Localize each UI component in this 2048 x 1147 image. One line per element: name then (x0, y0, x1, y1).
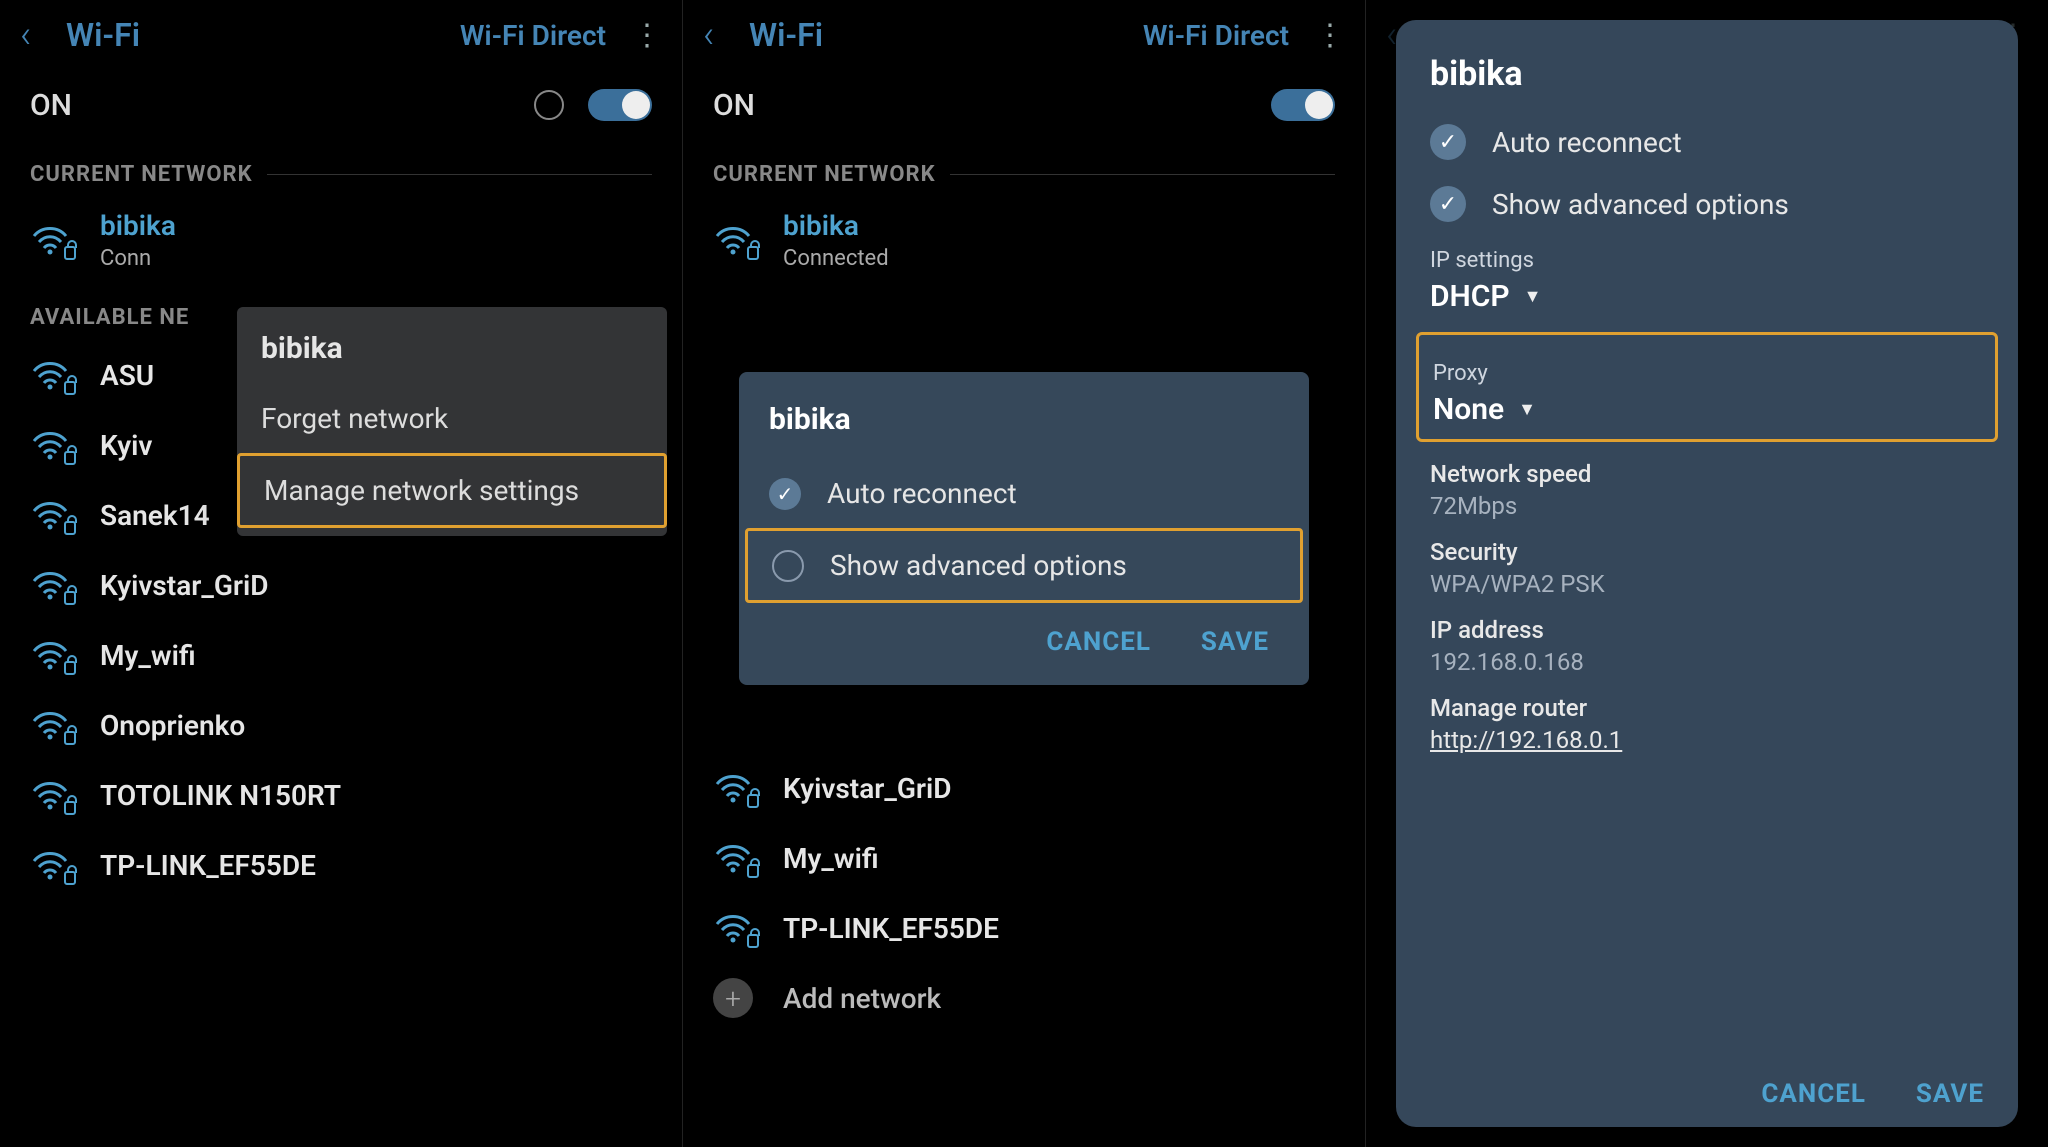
wifi-icon (713, 772, 753, 804)
checkbox-on-icon: ✓ (1430, 186, 1466, 222)
wifi-icon (30, 499, 70, 531)
plus-icon: + (713, 978, 753, 1018)
section-current: CURRENT NETWORK (683, 140, 1365, 197)
back-icon[interactable]: ‹ (703, 13, 743, 57)
context-title: bibika (237, 307, 667, 384)
wifi-icon (30, 849, 70, 881)
checkbox-on-icon: ✓ (1430, 124, 1466, 160)
section-current: CURRENT NETWORK (0, 140, 682, 197)
current-network-item[interactable]: bibika Connected (683, 197, 1365, 283)
wifi-toggle-row: ON (683, 70, 1365, 140)
panel-title: bibika (1430, 54, 1984, 94)
proxy-dropdown[interactable]: Proxy None▼ (1416, 332, 1998, 442)
save-button[interactable]: SAVE (1916, 1079, 1984, 1109)
list-item[interactable]: Onoprienko (0, 690, 682, 760)
more-icon[interactable]: ⋮ (1315, 18, 1345, 53)
wifi-toggle[interactable] (1271, 89, 1335, 121)
wifi-direct-button[interactable]: Wi-Fi Direct (460, 19, 606, 52)
current-status: Conn (100, 246, 176, 271)
cancel-button[interactable]: CANCEL (1046, 627, 1151, 657)
wifi-icon (30, 779, 70, 811)
back-icon[interactable]: ‹ (20, 13, 60, 57)
screen-2: ‹ Wi-Fi Wi-Fi Direct ⋮ ON CURRENT NETWOR… (682, 0, 1365, 1147)
list-item[interactable]: TP-LINK_EF55DE (0, 830, 682, 900)
manage-network-dialog: bibika ✓ Auto reconnect Show advanced op… (739, 372, 1309, 685)
checkbox-off-icon (772, 550, 804, 582)
ip-settings-dropdown[interactable]: IP settings DHCP▼ (1430, 248, 1984, 314)
current-network-item[interactable]: bibika Conn (0, 197, 682, 283)
auto-reconnect-option[interactable]: ✓ Auto reconnect (1430, 124, 1984, 160)
current-status: Connected (783, 246, 889, 271)
list-item[interactable]: TOTOLINK N150RT (0, 760, 682, 830)
wifi-icon (30, 224, 70, 256)
list-item[interactable]: TP-LINK_EF55DE (683, 893, 1365, 963)
network-context-menu: bibika Forget network Manage network set… (237, 307, 667, 536)
network-speed-info: Network speed 72Mbps (1430, 460, 1984, 520)
on-label: ON (713, 88, 755, 123)
more-icon[interactable]: ⋮ (632, 18, 662, 53)
show-advanced-option[interactable]: ✓ Show advanced options (1430, 186, 1984, 222)
screen-3: ‹ ⋮ bibika ✓ Auto reconnect ✓ Show advan… (1365, 0, 2048, 1147)
header: ‹ Wi-Fi Wi-Fi Direct ⋮ (683, 0, 1365, 70)
chevron-down-icon: ▼ (1518, 399, 1536, 420)
dialog-title: bibika (739, 402, 1309, 459)
wifi-direct-button[interactable]: Wi-Fi Direct (1143, 19, 1289, 52)
chevron-down-icon: ▼ (1524, 286, 1542, 307)
progress-icon (534, 90, 564, 120)
manage-network-settings-item[interactable]: Manage network settings (237, 453, 667, 528)
list-item[interactable]: Kyivstar_GriD (0, 550, 682, 620)
header-title: Wi-Fi (749, 16, 823, 54)
screen-1: ‹ Wi-Fi Wi-Fi Direct ⋮ ON CURRENT NETWOR… (0, 0, 682, 1147)
security-info: Security WPA/WPA2 PSK (1430, 538, 1984, 598)
wifi-icon (713, 224, 753, 256)
on-label: ON (30, 88, 72, 123)
wifi-icon (30, 429, 70, 461)
list-item[interactable]: My_wifi (683, 823, 1365, 893)
current-ssid: bibika (100, 209, 176, 242)
wifi-icon (30, 709, 70, 741)
wifi-icon (30, 639, 70, 671)
ip-address-info: IP address 192.168.0.168 (1430, 616, 1984, 676)
header-title: Wi-Fi (66, 16, 140, 54)
checkbox-on-icon: ✓ (769, 478, 801, 510)
forget-network-item[interactable]: Forget network (237, 384, 667, 453)
list-item[interactable]: Kyivstar_GriD (683, 753, 1365, 823)
wifi-icon (30, 359, 70, 391)
wifi-icon (713, 842, 753, 874)
wifi-toggle[interactable] (588, 89, 652, 121)
save-button[interactable]: SAVE (1201, 627, 1269, 657)
wifi-toggle-row: ON (0, 70, 682, 140)
add-network-item[interactable]: + Add network (683, 963, 1365, 1033)
current-ssid: bibika (783, 209, 889, 242)
manage-router-link[interactable]: Manage router http://192.168.0.1 (1430, 694, 1984, 754)
show-advanced-option[interactable]: Show advanced options (745, 528, 1303, 603)
wifi-icon (713, 912, 753, 944)
wifi-icon (30, 569, 70, 601)
cancel-button[interactable]: CANCEL (1761, 1079, 1866, 1109)
header: ‹ Wi-Fi Wi-Fi Direct ⋮ (0, 0, 682, 70)
auto-reconnect-option[interactable]: ✓ Auto reconnect (739, 459, 1309, 528)
list-item[interactable]: My_wifi (0, 620, 682, 690)
network-settings-panel: bibika ✓ Auto reconnect ✓ Show advanced … (1396, 20, 2018, 1127)
